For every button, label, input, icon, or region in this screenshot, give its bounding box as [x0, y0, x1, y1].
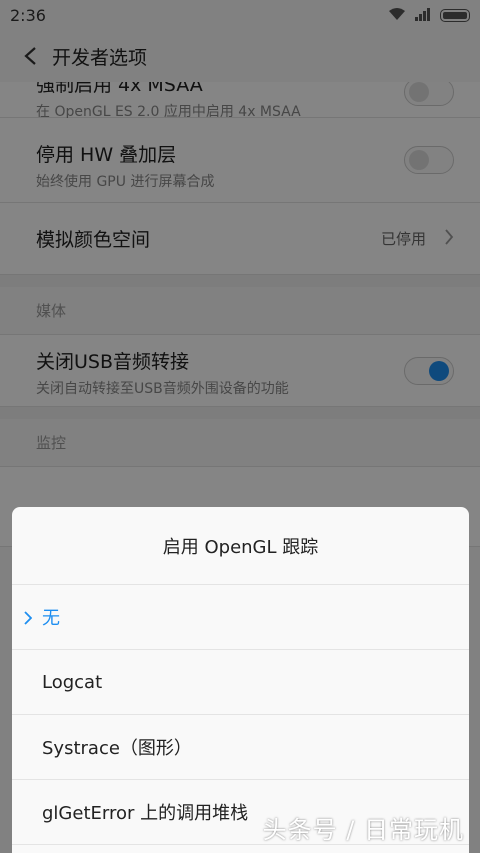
- dialog-title: 启用 OpenGL 跟踪: [12, 507, 469, 585]
- watermark: 头条号 / 日常玩机: [262, 816, 464, 844]
- dialog-option-label: 无: [42, 608, 60, 629]
- dialog-option-label: Systrace（图形）: [42, 738, 192, 759]
- chevron-right-icon: [24, 609, 33, 630]
- dialog-option-systrace[interactable]: Systrace（图形）: [12, 715, 469, 780]
- dialog-option-label: Logcat: [42, 671, 103, 693]
- dialog-option-label: glGetError 上的调用堆栈: [42, 803, 249, 824]
- opengl-trace-dialog: 启用 OpenGL 跟踪 无 Logcat Systrace（图形） glGet…: [12, 507, 469, 853]
- dialog-option-none[interactable]: 无: [12, 585, 469, 650]
- dialog-option-logcat[interactable]: Logcat: [12, 650, 469, 715]
